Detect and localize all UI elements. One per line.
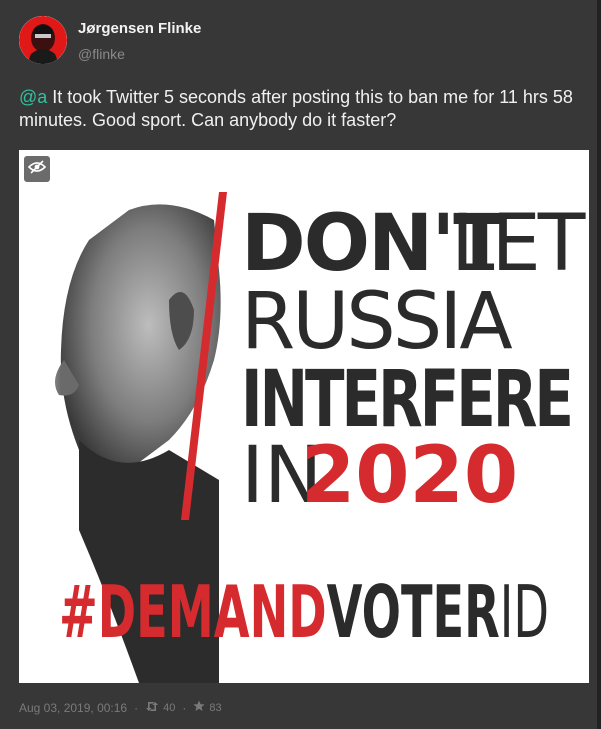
favourite-count: 83 [209,701,222,714]
poster-line2: RUSSIA [241,277,512,367]
reblog-count: 40 [163,701,176,714]
post-body: It took Twitter 5 seconds after posting … [19,87,573,130]
star-icon[interactable] [193,700,205,715]
author-name[interactable]: Jørgensen Flinke [78,20,201,37]
eye-slash-icon [27,159,47,179]
separator: · [182,700,187,715]
poster-image: DON'T LET RUSSIA INTERFERE IN 2020 #DEMA… [19,190,589,683]
poster-line1-light: LET [451,199,586,289]
hide-media-button[interactable] [24,156,50,182]
post-card: Jørgensen Flinke @flinke @a It took Twit… [0,0,601,729]
timestamp[interactable]: Aug 03, 2019, 00:16 [19,701,127,715]
post-footer: Aug 03, 2019, 00:16 · 40 · 83 [19,700,222,715]
poster-hashtag: #DEMANDVOTERID [59,570,549,654]
avatar[interactable] [19,16,67,64]
retweet-icon[interactable] [145,701,159,715]
author-handle[interactable]: @flinke [78,46,125,62]
mention-link[interactable]: @a [19,87,47,107]
media-attachment[interactable]: DON'T LET RUSSIA INTERFERE IN 2020 #DEMA… [19,150,589,683]
poster-line4-red: 2020 [301,431,518,521]
post-text: @a It took Twitter 5 seconds after posti… [19,86,589,132]
separator: · [134,700,139,715]
